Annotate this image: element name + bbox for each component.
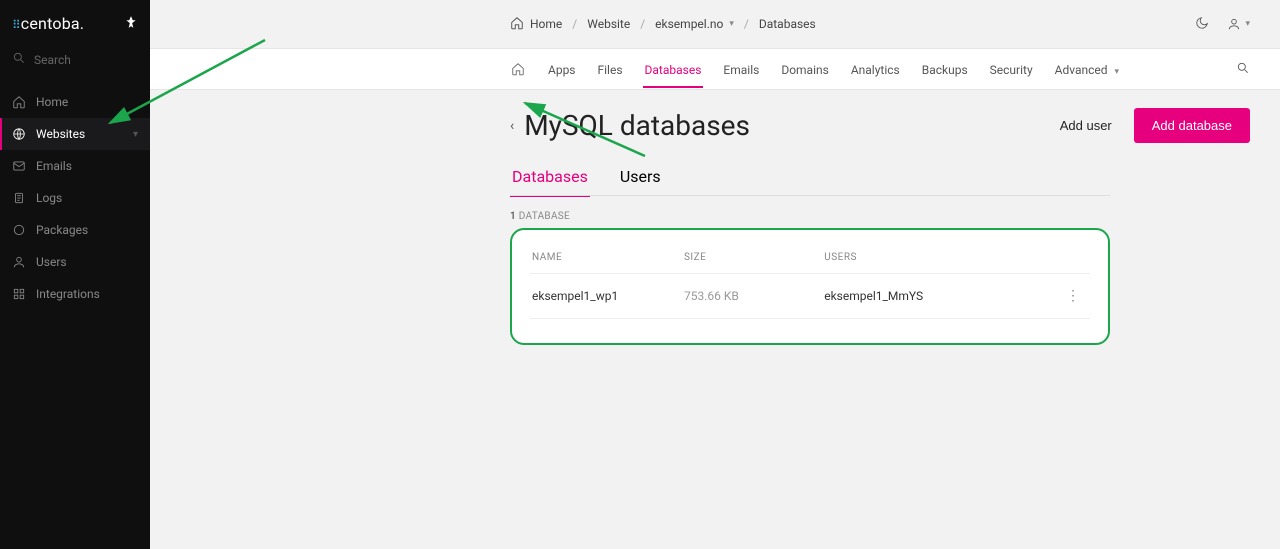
tab-databases[interactable]: Databases	[645, 51, 702, 87]
pin-icon[interactable]	[124, 15, 138, 32]
page-title: MySQL databases	[524, 109, 750, 142]
tab-apps[interactable]: Apps	[548, 51, 576, 87]
sidebar-item-label: Users	[36, 255, 67, 269]
sidebar-item-logs[interactable]: Logs	[0, 182, 150, 214]
table-row[interactable]: eksempel1_wp1 753.66 KB eksempel1_MmYS ⋮	[530, 274, 1090, 319]
sidebar-item-label: Emails	[36, 159, 72, 173]
sidebar: ⠿centoba. Search Home Websites ▾ E	[0, 0, 150, 549]
col-size: SIZE	[684, 252, 824, 263]
mail-icon	[12, 159, 26, 173]
sidebar-item-home[interactable]: Home	[0, 86, 150, 118]
breadcrumb-label: eksempel.no	[655, 17, 723, 31]
brand-name: centoba.	[21, 14, 84, 33]
count-label: DATABASE	[519, 211, 570, 222]
tab-security[interactable]: Security	[990, 51, 1033, 87]
breadcrumb-separator: /	[640, 17, 645, 31]
chevron-down-icon: ▾	[133, 129, 138, 140]
section-home-icon[interactable]	[510, 61, 526, 77]
breadcrumb-databases[interactable]: Databases	[759, 17, 816, 31]
row-actions-menu[interactable]: ⋮	[1058, 288, 1088, 304]
add-user-button[interactable]: Add user	[1056, 110, 1116, 141]
sidebar-item-integrations[interactable]: Integrations	[0, 278, 150, 310]
sidebar-search[interactable]: Search	[0, 43, 150, 76]
section-tabs: Apps Files Databases Emails Domains Anal…	[150, 49, 1280, 89]
sidebar-item-emails[interactable]: Emails	[0, 150, 150, 182]
breadcrumb-label: Home	[530, 17, 562, 31]
col-name: NAME	[532, 252, 684, 263]
breadcrumb: Home / Website / eksempel.no ▾ / Databas…	[510, 16, 816, 33]
breadcrumb-label: Website	[587, 17, 630, 31]
subtab-databases[interactable]: Databases	[510, 161, 590, 196]
col-users: USERS	[824, 252, 1058, 263]
table-header: NAME SIZE USERS	[530, 244, 1090, 274]
sidebar-item-label: Home	[36, 95, 68, 109]
sidebar-item-label: Packages	[36, 223, 88, 237]
breadcrumb-separator: /	[572, 17, 577, 31]
database-table-card: NAME SIZE USERS eksempel1_wp1 753.66 KB …	[510, 228, 1110, 345]
cell-name: eksempel1_wp1	[532, 289, 684, 303]
circle-icon	[12, 223, 26, 237]
tab-files[interactable]: Files	[598, 51, 623, 87]
breadcrumb-site-dropdown[interactable]: eksempel.no ▾	[655, 17, 734, 31]
topbar: Home / Website / eksempel.no ▾ / Databas…	[150, 0, 1280, 48]
search-icon[interactable]	[1236, 61, 1250, 78]
tab-emails[interactable]: Emails	[723, 51, 759, 87]
account-menu[interactable]: ▾	[1227, 17, 1250, 31]
subtab-users[interactable]: Users	[618, 161, 663, 196]
cell-users: eksempel1_MmYS	[824, 289, 1058, 303]
chevron-down-icon: ▾	[729, 19, 734, 29]
breadcrumb-separator: /	[744, 17, 749, 31]
main-content: Home / Website / eksempel.no ▾ / Databas…	[150, 0, 1280, 549]
sidebar-item-users[interactable]: Users	[0, 246, 150, 278]
sidebar-item-websites[interactable]: Websites ▾	[0, 118, 150, 150]
add-database-button[interactable]: Add database	[1134, 108, 1250, 143]
chevron-down-icon: ▾	[1115, 67, 1120, 77]
search-icon	[12, 51, 26, 68]
globe-icon	[12, 127, 26, 141]
sidebar-item-label: Integrations	[36, 287, 100, 301]
sidebar-item-label: Websites	[36, 127, 85, 141]
tab-analytics[interactable]: Analytics	[851, 51, 900, 87]
home-icon	[12, 95, 26, 109]
cell-size: 753.66 KB	[684, 289, 824, 303]
brand-logo: ⠿centoba.	[0, 0, 150, 43]
breadcrumb-home[interactable]: Home	[510, 16, 562, 33]
page-header: ‹ MySQL databases Add user Add database	[150, 90, 1280, 161]
tab-label: Advanced	[1055, 63, 1108, 77]
home-icon	[510, 16, 524, 33]
theme-toggle-icon[interactable]	[1195, 15, 1209, 34]
user-icon	[12, 255, 26, 269]
breadcrumb-website[interactable]: Website	[587, 17, 630, 31]
count-number: 1	[510, 211, 516, 222]
database-count: 1 DATABASE	[150, 197, 1280, 228]
sidebar-item-label: Logs	[36, 191, 62, 205]
tab-advanced[interactable]: Advanced ▾	[1055, 51, 1119, 87]
breadcrumb-label: Databases	[759, 17, 816, 31]
tab-backups[interactable]: Backups	[922, 51, 968, 87]
back-button[interactable]: ‹	[510, 118, 514, 134]
search-placeholder: Search	[34, 53, 71, 67]
chevron-down-icon: ▾	[1245, 19, 1250, 29]
tab-domains[interactable]: Domains	[781, 51, 829, 87]
sidebar-nav: Home Websites ▾ Emails Logs Packages	[0, 86, 150, 310]
grid-icon	[12, 287, 26, 301]
sidebar-item-packages[interactable]: Packages	[0, 214, 150, 246]
clipboard-icon	[12, 191, 26, 205]
